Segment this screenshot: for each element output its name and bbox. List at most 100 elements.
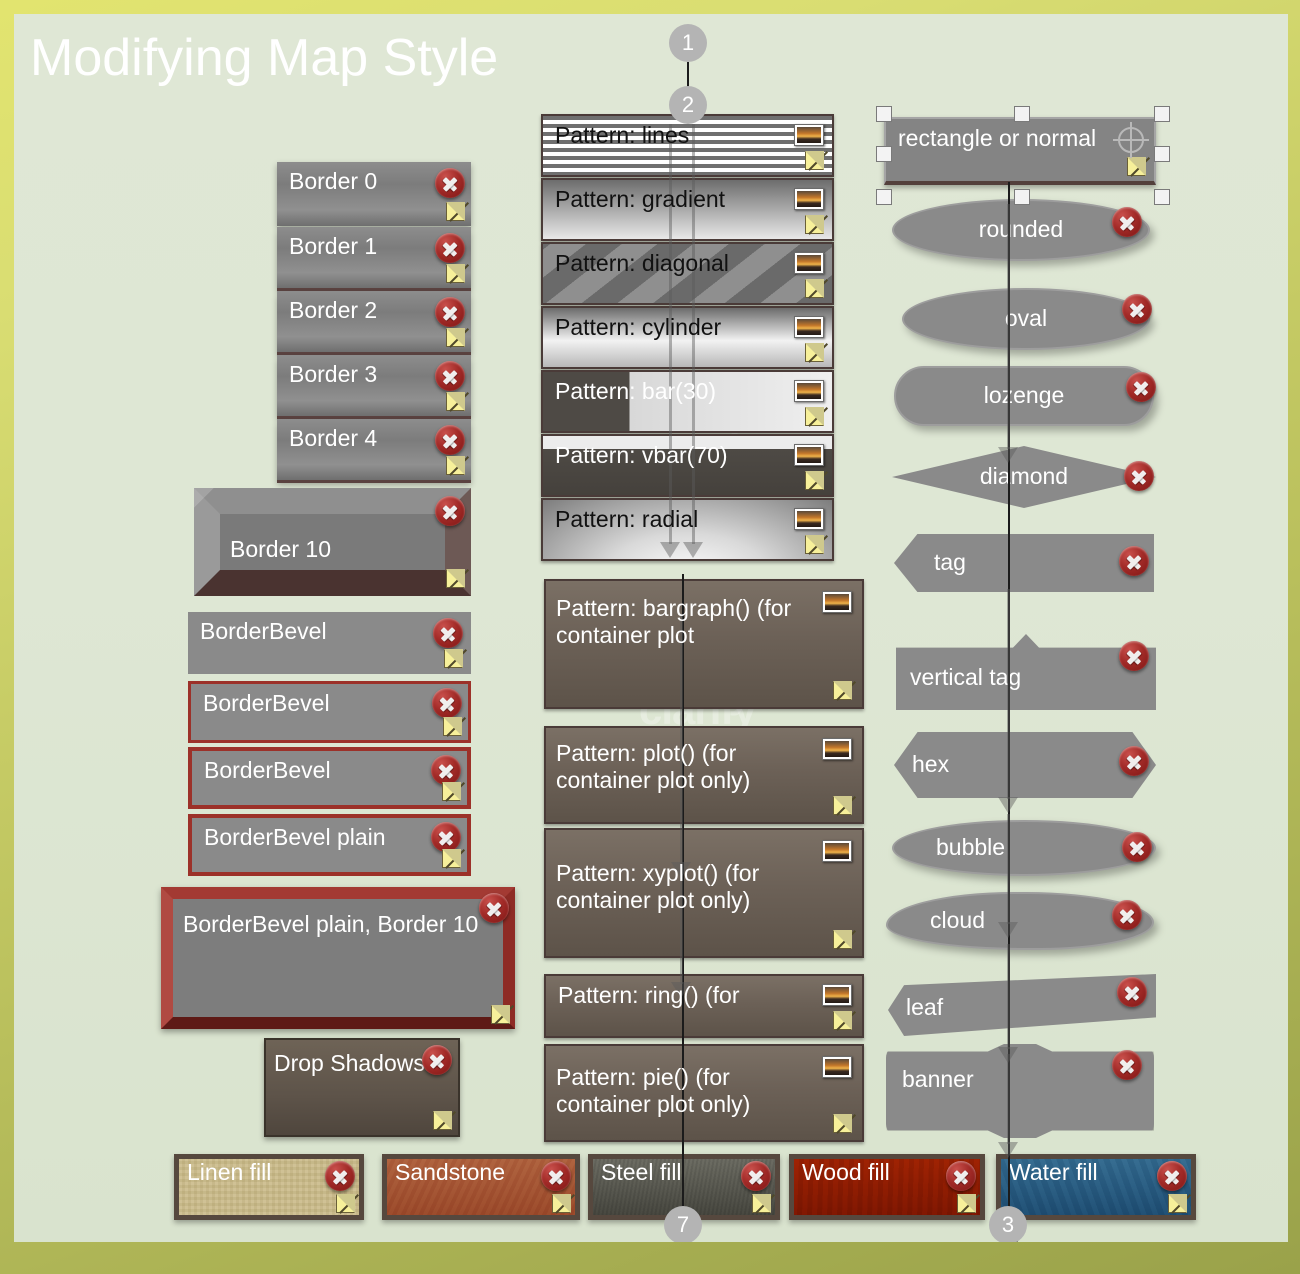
close-icon[interactable] [431,822,461,852]
shape-node-vertical-tag[interactable]: vertical tag [896,634,1156,710]
resize-grip-icon[interactable] [491,1005,514,1025]
shape-node-oval[interactable]: oval [902,288,1150,350]
image-icon[interactable] [794,444,824,466]
resize-grip-icon[interactable] [442,782,465,802]
selection-handle-n[interactable] [1014,106,1030,122]
border-bevel-node-2[interactable]: BorderBevel [188,681,471,743]
border-bevel-node-1[interactable]: BorderBevel [188,612,471,674]
shape-node-hex[interactable]: hex [894,732,1156,798]
pattern-node-xyplot[interactable]: Pattern: xyplot() (for container plot on… [544,828,864,958]
selection-handle-e[interactable] [1154,146,1170,162]
pattern-node-cylinder[interactable]: Pattern: cylinder [541,306,834,369]
border-node-10[interactable]: Border 10 [194,488,471,596]
resize-grip-icon[interactable] [1127,157,1150,177]
border-node-0[interactable]: Border 0 [277,162,471,226]
resize-grip-icon[interactable] [446,392,469,412]
close-icon[interactable] [325,1161,355,1191]
close-icon[interactable] [1119,746,1149,776]
close-icon[interactable] [1119,641,1149,671]
close-icon[interactable] [1112,900,1142,930]
drop-shadows-node[interactable]: Drop Shadows [264,1038,460,1137]
close-icon[interactable] [1122,294,1152,324]
border-node-1[interactable]: Border 1 [277,227,471,288]
image-icon[interactable] [794,252,824,274]
border-node-3[interactable]: Border 3 [277,355,471,416]
image-icon[interactable] [794,188,824,210]
close-icon[interactable] [1122,832,1152,862]
pattern-node-diagonal[interactable]: Pattern: diagonal [541,242,834,305]
resize-grip-icon[interactable] [833,1114,856,1134]
resize-grip-icon[interactable] [446,456,469,476]
resize-grip-icon[interactable] [433,1111,456,1131]
shape-node-bubble[interactable]: bubble [892,820,1156,876]
image-icon[interactable] [794,380,824,402]
pattern-node-vbar70[interactable]: Pattern: vbar(70) [541,434,834,497]
resize-grip-icon[interactable] [442,849,465,869]
border-node-2[interactable]: Border 2 [277,291,471,352]
resize-grip-icon[interactable] [446,569,469,589]
border-bevel-plain-node[interactable]: BorderBevel plain [188,814,471,876]
selection-handle-nw[interactable] [876,106,892,122]
fill-node-sandstone[interactable]: Sandstone [382,1154,580,1220]
diagram-canvas[interactable]: Modifying Map Style clarify clarify clar… [14,14,1288,1242]
resize-grip-icon[interactable] [957,1194,980,1214]
rotate-icon[interactable] [1113,122,1149,158]
close-icon[interactable] [435,233,465,263]
close-icon[interactable] [1124,461,1154,491]
selection-handle-ne[interactable] [1154,106,1170,122]
resize-grip-icon[interactable] [446,328,469,348]
resize-grip-icon[interactable] [446,264,469,284]
pattern-node-gradient[interactable]: Pattern: gradient [541,178,834,241]
selection-handle-sw[interactable] [876,189,892,205]
close-icon[interactable] [741,1161,771,1191]
image-icon[interactable] [822,591,852,613]
image-icon[interactable] [794,316,824,338]
image-icon[interactable] [822,738,852,760]
resize-grip-icon[interactable] [1168,1194,1191,1214]
shape-node-rectangle[interactable]: rectangle or normal [884,117,1156,185]
shape-node-lozenge[interactable]: lozenge [894,366,1154,426]
shape-node-diamond[interactable]: diamond [892,446,1156,508]
selection-handle-w[interactable] [876,146,892,162]
resize-grip-icon[interactable] [833,681,856,701]
close-icon[interactable] [435,361,465,391]
image-icon[interactable] [822,1056,852,1078]
close-icon[interactable] [1112,207,1142,237]
close-icon[interactable] [946,1161,976,1191]
close-icon[interactable] [435,168,465,198]
resize-grip-icon[interactable] [805,215,828,235]
resize-grip-icon[interactable] [805,407,828,427]
pattern-node-ring[interactable]: Pattern: ring() (for [544,974,864,1038]
close-icon[interactable] [1126,372,1156,402]
close-icon[interactable] [422,1045,452,1075]
resize-grip-icon[interactable] [805,471,828,491]
resize-grip-icon[interactable] [805,343,828,363]
resize-grip-icon[interactable] [833,930,856,950]
close-icon[interactable] [432,688,462,718]
resize-grip-icon[interactable] [443,717,466,737]
pattern-node-bargraph[interactable]: Pattern: bargraph() (for container plot [544,579,864,709]
close-icon[interactable] [435,496,465,526]
close-icon[interactable] [431,755,461,785]
resize-grip-icon[interactable] [552,1194,575,1214]
resize-grip-icon[interactable] [833,796,856,816]
pattern-node-lines[interactable]: Pattern: lines [541,114,834,177]
border-bevel-plain-border10-node[interactable]: BorderBevel plain, Border 10 [161,887,515,1029]
close-icon[interactable] [435,297,465,327]
close-icon[interactable] [1117,977,1147,1007]
resize-grip-icon[interactable] [805,279,828,299]
border-node-4[interactable]: Border 4 [277,419,471,480]
pattern-node-bar30[interactable]: Pattern: bar(30) [541,370,834,433]
image-icon[interactable] [822,840,852,862]
resize-grip-icon[interactable] [805,151,828,171]
resize-grip-icon[interactable] [336,1194,359,1214]
image-icon[interactable] [822,984,852,1006]
fill-node-water[interactable]: Water fill [996,1154,1196,1220]
resize-grip-icon[interactable] [752,1194,775,1214]
image-icon[interactable] [794,508,824,530]
shape-node-rounded[interactable]: rounded [892,199,1150,261]
selection-handle-se[interactable] [1154,189,1170,205]
close-icon[interactable] [1112,1050,1142,1080]
selection-handle-s[interactable] [1014,189,1030,205]
close-icon[interactable] [541,1161,571,1191]
